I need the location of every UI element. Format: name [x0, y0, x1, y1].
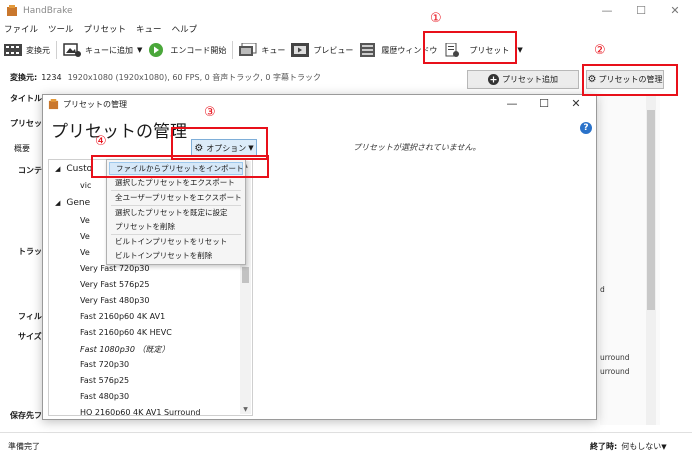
- collapse-arrow-icon[interactable]: ◢: [55, 199, 60, 207]
- divider: [0, 432, 692, 433]
- right-scrollbar-thumb[interactable]: [647, 110, 655, 310]
- menu-queue[interactable]: キュー: [136, 23, 162, 37]
- tree-group-general[interactable]: ◢ Gene: [55, 198, 90, 208]
- window-controls: — ☐ ✕: [590, 0, 692, 22]
- start-encode-button[interactable]: エンコード開始: [148, 39, 226, 61]
- tree-item[interactable]: Very Fast 576p25: [80, 280, 149, 289]
- size-label: サイズ:: [18, 332, 45, 341]
- menu-item-export-all[interactable]: 全ユーザープリセットをエクスポート: [109, 191, 243, 204]
- queue-button[interactable]: キュー: [239, 39, 285, 61]
- help-icon[interactable]: ?: [580, 122, 592, 134]
- menu-item-delete[interactable]: プリセットを削除: [109, 220, 243, 233]
- menu-help[interactable]: ヘルプ: [172, 23, 198, 37]
- add-preset-button[interactable]: プリセット追加: [467, 70, 579, 89]
- tree-item[interactable]: Very Fast 480p30: [80, 296, 149, 305]
- annotation-number-2: ②: [594, 43, 606, 58]
- tree-item[interactable]: Ve: [80, 216, 90, 225]
- menu-presets[interactable]: プリセット: [84, 23, 127, 37]
- source-name: 1234: [41, 73, 62, 82]
- title-label: タイトル:: [10, 94, 46, 103]
- when-done-label: 終了時:: [590, 442, 618, 451]
- plus-circle-icon: [488, 74, 499, 85]
- tree-item[interactable]: Fast 720p30: [80, 360, 129, 369]
- source-label: 変換元: [26, 45, 50, 55]
- dialog-maximize-button[interactable]: ☐: [528, 95, 560, 113]
- tree-group-label: Gene: [66, 198, 91, 208]
- tree-group-custom[interactable]: ◢ Custo: [55, 164, 92, 174]
- add-preset-label: プリセット追加: [502, 75, 558, 84]
- annotation-box-2: [582, 64, 678, 96]
- add-to-queue-label: キューに追加: [85, 45, 133, 55]
- dialog-window-title: プリセットの管理: [63, 99, 127, 109]
- right-panel-text: urround: [600, 367, 630, 376]
- chevron-down-icon: ▼: [661, 443, 667, 451]
- tree-item[interactable]: vic: [80, 181, 91, 190]
- tree-item-default[interactable]: Fast 1080p30 （既定）: [80, 344, 170, 355]
- right-panel: d urround urround: [600, 95, 660, 425]
- source-info: 変換元: 1234 1920x1080 (1920x1080), 60 FPS, 0…: [10, 72, 321, 83]
- menu-item-set-default[interactable]: 選択したプリセットを既定に設定: [109, 206, 243, 219]
- activity-log-icon: [360, 43, 376, 57]
- scroll-down-icon[interactable]: ▼: [240, 406, 251, 413]
- tree-item[interactable]: HQ 2160p60 4K AV1 Surround: [80, 408, 200, 415]
- tree-item[interactable]: Fast 576p25: [80, 376, 129, 385]
- dialog-window-controls: — ☐ ✕: [496, 95, 592, 113]
- chevron-down-icon[interactable]: ▼: [137, 46, 142, 54]
- annotation-box-1: [423, 31, 517, 64]
- menu-item-delete-builtin[interactable]: ビルトインプリセットを削除: [109, 249, 243, 262]
- toolbar-separator: [56, 41, 57, 59]
- chevron-down-icon[interactable]: ▼: [517, 46, 522, 54]
- when-done[interactable]: 終了時: 何もしない▼: [590, 441, 667, 452]
- app-title: HandBrake: [23, 6, 73, 16]
- main-titlebar: HandBrake — ☐ ✕: [0, 0, 692, 22]
- queue-label: キュー: [261, 45, 286, 55]
- source-details: 1920x1080 (1920x1080), 60 FPS, 0 音声トラック,…: [67, 73, 322, 82]
- source-info-label: 変換元:: [10, 73, 38, 82]
- preview-label: プレビュー: [313, 45, 354, 55]
- tree-item[interactable]: Fast 480p30: [80, 392, 129, 401]
- right-panel-text: d: [600, 285, 605, 294]
- dialog-titlebar: プリセットの管理 — ☐ ✕: [43, 95, 596, 113]
- dialog-close-button[interactable]: ✕: [560, 95, 592, 113]
- start-encode-label: エンコード開始: [170, 45, 227, 55]
- play-icon: [149, 43, 164, 57]
- tree-item[interactable]: Very Fast 720p30: [80, 264, 149, 273]
- collapse-arrow-icon[interactable]: ◢: [55, 165, 60, 173]
- source-film-icon: [4, 44, 22, 56]
- tree-item[interactable]: Ve: [80, 232, 90, 241]
- tree-item[interactable]: Fast 2160p60 4K HEVC: [80, 328, 172, 337]
- right-panel-text: urround: [600, 353, 630, 362]
- tree-scrollbar-thumb[interactable]: [242, 267, 249, 283]
- add-to-queue-button[interactable]: キューに追加 ▼: [63, 39, 142, 61]
- tree-item[interactable]: Ve: [80, 248, 90, 257]
- source-button[interactable]: 変換元: [4, 39, 50, 61]
- menu-item-reset-builtin[interactable]: ビルトインプリセットをリセット: [109, 235, 243, 248]
- close-button[interactable]: ✕: [658, 0, 692, 22]
- menu-file[interactable]: ファイル: [4, 23, 38, 37]
- handbrake-icon: [7, 5, 17, 16]
- dialog-minimize-button[interactable]: —: [496, 95, 528, 113]
- add-queue-image-icon: [63, 43, 81, 57]
- when-done-value: 何もしない: [621, 442, 662, 451]
- menubar: ファイル ツール プリセット キュー ヘルプ: [4, 23, 197, 37]
- annotation-number-1: ①: [430, 11, 442, 26]
- annotation-box-4: [91, 155, 269, 178]
- minimize-button[interactable]: —: [590, 0, 624, 22]
- maximize-button[interactable]: ☐: [624, 0, 658, 22]
- status-text: 準備完了: [8, 442, 40, 451]
- menu-tools[interactable]: ツール: [48, 23, 74, 37]
- toolbar-separator: [232, 41, 234, 59]
- tree-item[interactable]: Fast 2160p60 4K AV1: [80, 312, 165, 321]
- annotation-number-4: ④: [95, 134, 107, 149]
- handbrake-icon: [48, 98, 59, 109]
- preview-button[interactable]: プレビュー: [291, 39, 353, 61]
- tree-group-label: Custo: [66, 164, 93, 174]
- tab-summary[interactable]: 概要: [14, 143, 30, 154]
- dialog-heading: プリセットの管理: [51, 122, 187, 142]
- no-selection-text: プリセットが選択されていません。: [353, 143, 481, 152]
- annotation-number-3: ③: [204, 105, 216, 120]
- queue-icon: [239, 43, 257, 56]
- preview-icon: [291, 43, 310, 57]
